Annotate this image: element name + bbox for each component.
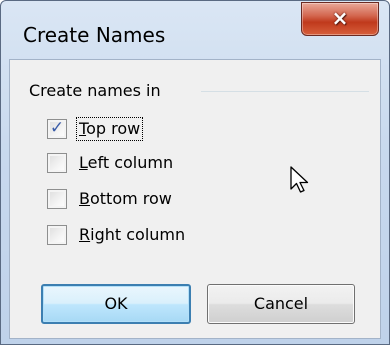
left-column-checkbox[interactable] [47, 153, 67, 173]
top-row-label[interactable]: Top row [75, 117, 144, 141]
bottom-row-label[interactable]: Bottom row [77, 188, 174, 210]
ok-button[interactable]: OK [41, 284, 191, 324]
dialog-title: Create Names [23, 23, 166, 47]
left-column-label[interactable]: Left column [77, 152, 175, 174]
cancel-button[interactable]: Cancel [207, 284, 355, 324]
right-column-label[interactable]: Right column [77, 224, 187, 246]
bottom-row-checkbox[interactable] [47, 189, 67, 209]
top-row-checkbox[interactable]: ✓ [47, 118, 67, 139]
title-bar[interactable]: Create Names × [1, 1, 389, 49]
close-button[interactable]: × [301, 2, 379, 36]
right-column-checkbox[interactable] [47, 225, 67, 245]
create-names-dialog: Create Names × Create names in ✓ Top row… [0, 0, 390, 345]
group-divider [201, 91, 369, 92]
check-icon: ✓ [49, 118, 65, 138]
group-label: Create names in [29, 81, 165, 101]
close-icon: × [331, 6, 349, 30]
mouse-pointer-icon [290, 166, 309, 193]
